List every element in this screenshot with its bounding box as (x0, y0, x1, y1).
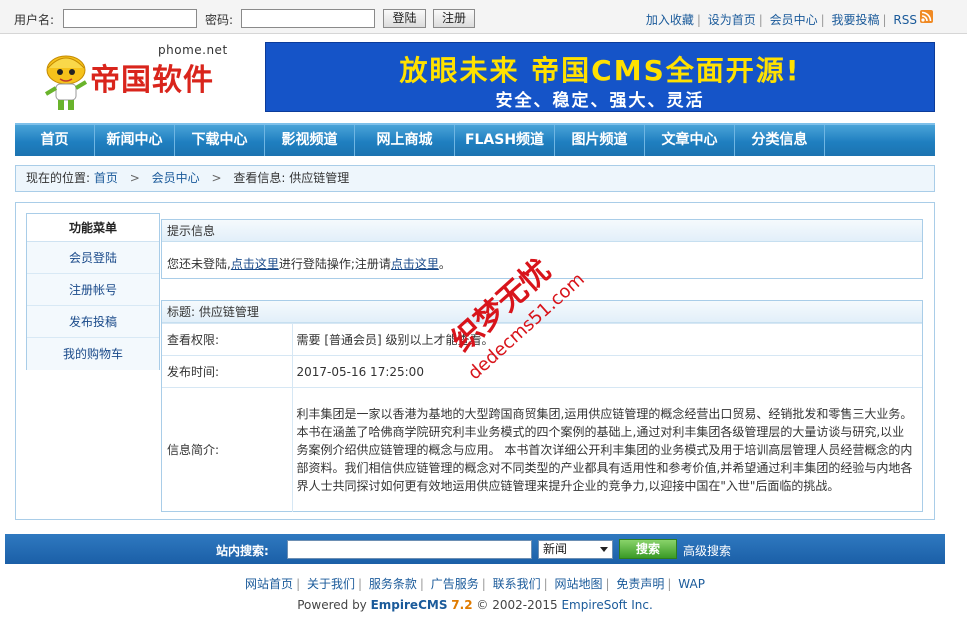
add-favorite-link[interactable]: 加入收藏 (646, 13, 694, 27)
row-value: 需要 [普通会员] 级别以上才能查看。 (292, 323, 922, 356)
chevron-right-icon: > (211, 171, 222, 185)
rss-link[interactable]: RSS (893, 13, 917, 27)
notice-panel: 提示信息 您还未登陆,点击这里进行登陆操作;注册请点击这里。 (161, 219, 923, 279)
submit-article-link[interactable]: 我要投稿 (832, 13, 880, 27)
nav-item-photo[interactable]: 图片频道 (555, 125, 645, 156)
footer-link-ads[interactable]: 广告服务 (431, 577, 479, 591)
breadcrumb-member-link[interactable]: 会员中心 (152, 171, 200, 185)
info-table: 查看权限: 需要 [普通会员] 级别以上才能查看。 发布时间: 2017-05-… (162, 323, 922, 512)
footer-link-wap[interactable]: WAP (678, 577, 705, 591)
footer-link-about[interactable]: 关于我们 (307, 577, 355, 591)
footer-links: 网站首页 | 关于我们 | 服务条款 | 广告服务 | 联系我们 | 网站地图 | 免责声明… (245, 577, 705, 591)
search-label: 站内搜索: (216, 544, 269, 558)
menu-item-register[interactable]: 注册帐号 (27, 274, 159, 306)
notice-title: 提示信息 (162, 220, 922, 242)
nav-item-news[interactable]: 新闻中心 (95, 125, 175, 156)
mascot-logo-icon (44, 55, 88, 110)
breadcrumb-current: 查看信息: 供应链管理 (233, 171, 350, 185)
copyright-text: © 2002-2015 (476, 598, 562, 612)
table-row: 发布时间: 2017-05-16 17:25:00 (162, 355, 922, 388)
top-bar: 用户名: 密码: 登陆 注册 加入收藏 | 设为首页 | 会员中心 | 我要投稿 | R… (0, 0, 967, 34)
banner-subtitle: 安全、稳定、强大、灵活 (495, 91, 705, 111)
username-label: 用户名: (14, 13, 55, 27)
nav-item-classified[interactable]: 分类信息 (735, 125, 825, 156)
row-key: 发布时间: (162, 355, 293, 388)
empirecms-link[interactable]: EmpireCMS (371, 598, 448, 612)
chevron-right-icon: > (129, 171, 140, 185)
info-panel: 标题: 供应链管理 查看权限: 需要 [普通会员] 级别以上才能查看。 发布时间… (161, 300, 923, 512)
header-banner[interactable]: 放眼未来 帝国CMS全面开源! 安全、稳定、强大、灵活 (265, 42, 935, 112)
nav-item-article[interactable]: 文章中心 (645, 125, 735, 156)
table-row: 查看权限: 需要 [普通会员] 级别以上才能查看。 (162, 323, 922, 356)
top-links: 加入收藏 | 设为首页 | 会员中心 | 我要投稿 | RSS (645, 13, 917, 27)
row-key: 信息简介: (162, 387, 293, 512)
nav-item-home[interactable]: 首页 (15, 125, 95, 156)
site-logo[interactable]: phome.net 帝国软件 (38, 40, 238, 120)
table-row: 信息简介: 利丰集团是一家以香港为基地的大型跨国商贸集团,运用供应链管理的概念经… (162, 387, 922, 512)
notice-body: 您还未登陆,点击这里进行登陆操作;注册请点击这里。 (162, 242, 922, 272)
banner-title: 放眼未来 帝国CMS全面开源! (399, 54, 801, 87)
password-label: 密码: (205, 13, 234, 27)
register-button[interactable]: 注册 (433, 9, 475, 28)
breadcrumb-home-link[interactable]: 首页 (94, 171, 118, 185)
member-center-link[interactable]: 会员中心 (770, 13, 818, 27)
notice-text: 您还未登陆, (167, 257, 231, 271)
row-key: 查看权限: (162, 323, 293, 356)
password-input[interactable] (241, 9, 375, 28)
menu-item-submit[interactable]: 发布投稿 (27, 306, 159, 338)
nav-item-flash[interactable]: FLASH频道 (455, 125, 555, 156)
logo-text: 帝国软件 (90, 63, 214, 98)
footer-link-sitemap[interactable]: 网站地图 (555, 577, 603, 591)
footer-link-home[interactable]: 网站首页 (245, 577, 293, 591)
nav-item-download[interactable]: 下载中心 (175, 125, 265, 156)
notice-text: 。 (438, 257, 451, 271)
notice-text: 进行登陆操作;注册请 (278, 257, 391, 271)
main-nav: 首页 新闻中心 下载中心 影视频道 网上商城 FLASH频道 图片频道 文章中心… (15, 123, 935, 156)
register-here-link[interactable]: 点击这里 (391, 257, 439, 271)
search-bar: 站内搜索: 新闻 搜索 高级搜索 (5, 534, 945, 564)
search-input[interactable] (287, 540, 532, 559)
info-title: 标题: 供应链管理 (162, 301, 922, 323)
advanced-search-link[interactable]: 高级搜索 (683, 542, 731, 559)
search-category-select[interactable]: 新闻 (538, 540, 613, 559)
login-button[interactable]: 登陆 (383, 9, 426, 28)
company-link[interactable]: EmpireSoft Inc. (561, 598, 652, 612)
search-button[interactable]: 搜索 (619, 539, 677, 559)
version-label: 7.2 (451, 598, 473, 612)
powered-by: Powered by EmpireCMS 7.2 © 2002-2015 Emp… (0, 598, 950, 612)
row-value: 2017-05-16 17:25:00 (292, 355, 922, 388)
menu-item-login[interactable]: 会员登陆 (27, 242, 159, 274)
function-menu: 功能菜单 会员登陆 注册帐号 发布投稿 我的购物车 (26, 213, 160, 370)
breadcrumb: 现在的位置: 首页 > 会员中心 > 查看信息: 供应链管理 (15, 165, 935, 192)
footer-link-terms[interactable]: 服务条款 (369, 577, 417, 591)
chevron-down-icon (600, 547, 608, 552)
menu-item-cart[interactable]: 我的购物车 (27, 338, 159, 370)
menu-title: 功能菜单 (27, 214, 159, 242)
login-here-link[interactable]: 点击这里 (231, 257, 279, 271)
footer-link-disclaimer[interactable]: 免责声明 (616, 577, 664, 591)
username-input[interactable] (63, 9, 197, 28)
nav-item-video[interactable]: 影视频道 (265, 125, 355, 156)
row-value: 利丰集团是一家以香港为基地的大型跨国商贸集团,运用供应链管理的概念经营出口贸易、… (292, 387, 922, 512)
powered-prefix: Powered by (297, 598, 371, 612)
nav-item-shop[interactable]: 网上商城 (355, 125, 455, 156)
search-category-value: 新闻 (543, 542, 568, 556)
rss-icon[interactable] (920, 10, 933, 23)
footer-link-contact[interactable]: 联系我们 (493, 577, 541, 591)
set-homepage-link[interactable]: 设为首页 (708, 13, 756, 27)
breadcrumb-prefix: 现在的位置: (26, 171, 91, 185)
